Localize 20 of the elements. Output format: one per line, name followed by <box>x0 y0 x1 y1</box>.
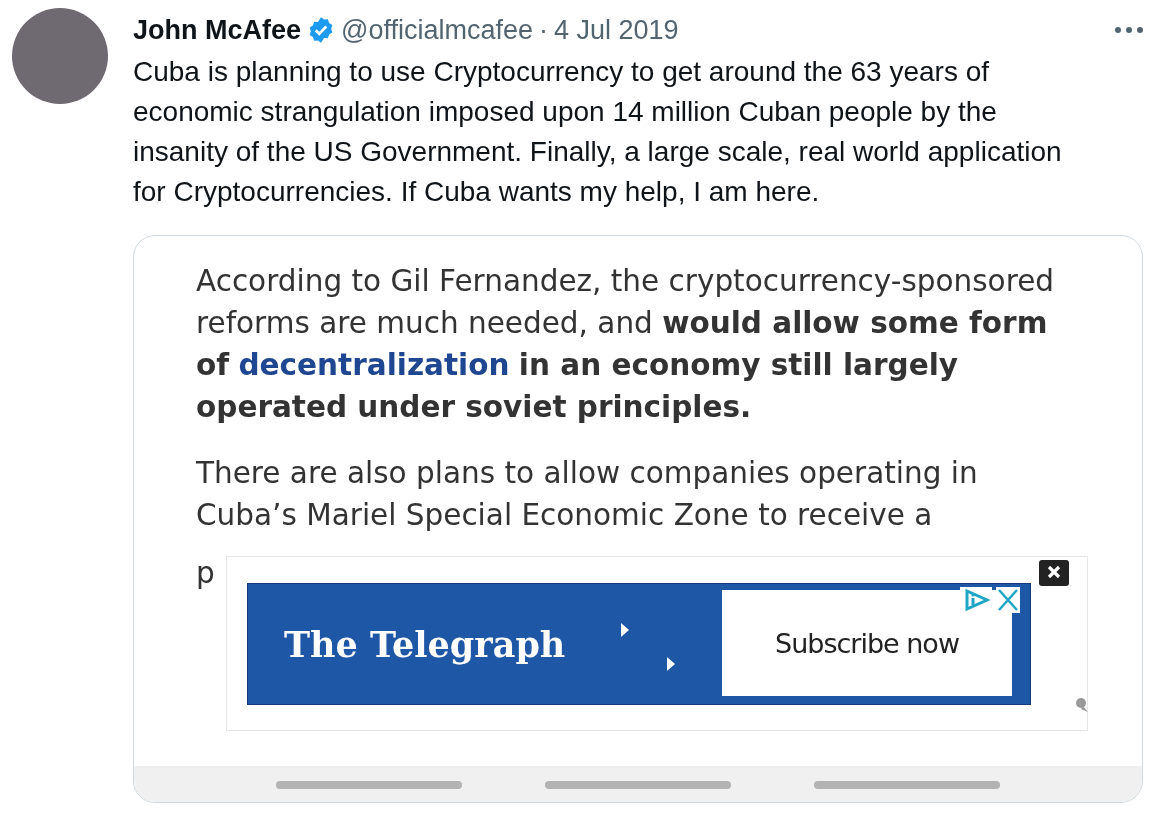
brand-logo: The Telegraph <box>284 623 566 665</box>
tweet-date[interactable]: 4 Jul 2019 <box>554 14 679 46</box>
article-link[interactable]: decentralization <box>238 348 510 382</box>
more-icon[interactable] <box>1114 26 1144 34</box>
author-handle[interactable]: @officialmcafee <box>341 14 534 46</box>
separator: · <box>539 14 549 46</box>
media-card[interactable] <box>133 235 1143 803</box>
author-name[interactable]: John McAfee <box>133 14 302 46</box>
triangle-icon <box>666 656 676 672</box>
triangle-icon <box>620 622 630 638</box>
close-icon[interactable] <box>996 587 1020 613</box>
ad-banner[interactable]: The Telegraph Subscribe now <box>247 583 1031 705</box>
subscribe-button[interactable]: Subscribe now <box>722 590 1012 696</box>
speech-icon <box>1075 697 1089 713</box>
close-button[interactable] <box>1039 560 1069 586</box>
close-icon <box>1047 564 1061 579</box>
article-paragraph: According to Gil Fernandez, the cryptocurrency-sponsored reforms are much needed, and would allow some form of decentralization in an economy still largely operated under soviet principles. <box>196 263 1054 426</box>
article-paragraph: p <box>196 555 216 592</box>
tweet-text: Cuba is planning to use Cryptocurrency to get around the 63 years of economic strangulation imposed upon 14 million Cuban people by the insanity of the US Government. Finally, a large scale, real world application for Cryptocurrencies. If Cuba wants my help, I am here. <box>133 55 1063 209</box>
article-paragraph: There are also plans to allow companies operating in Cuba’s Mariel Special Economic Zone to receive a <box>196 455 979 534</box>
